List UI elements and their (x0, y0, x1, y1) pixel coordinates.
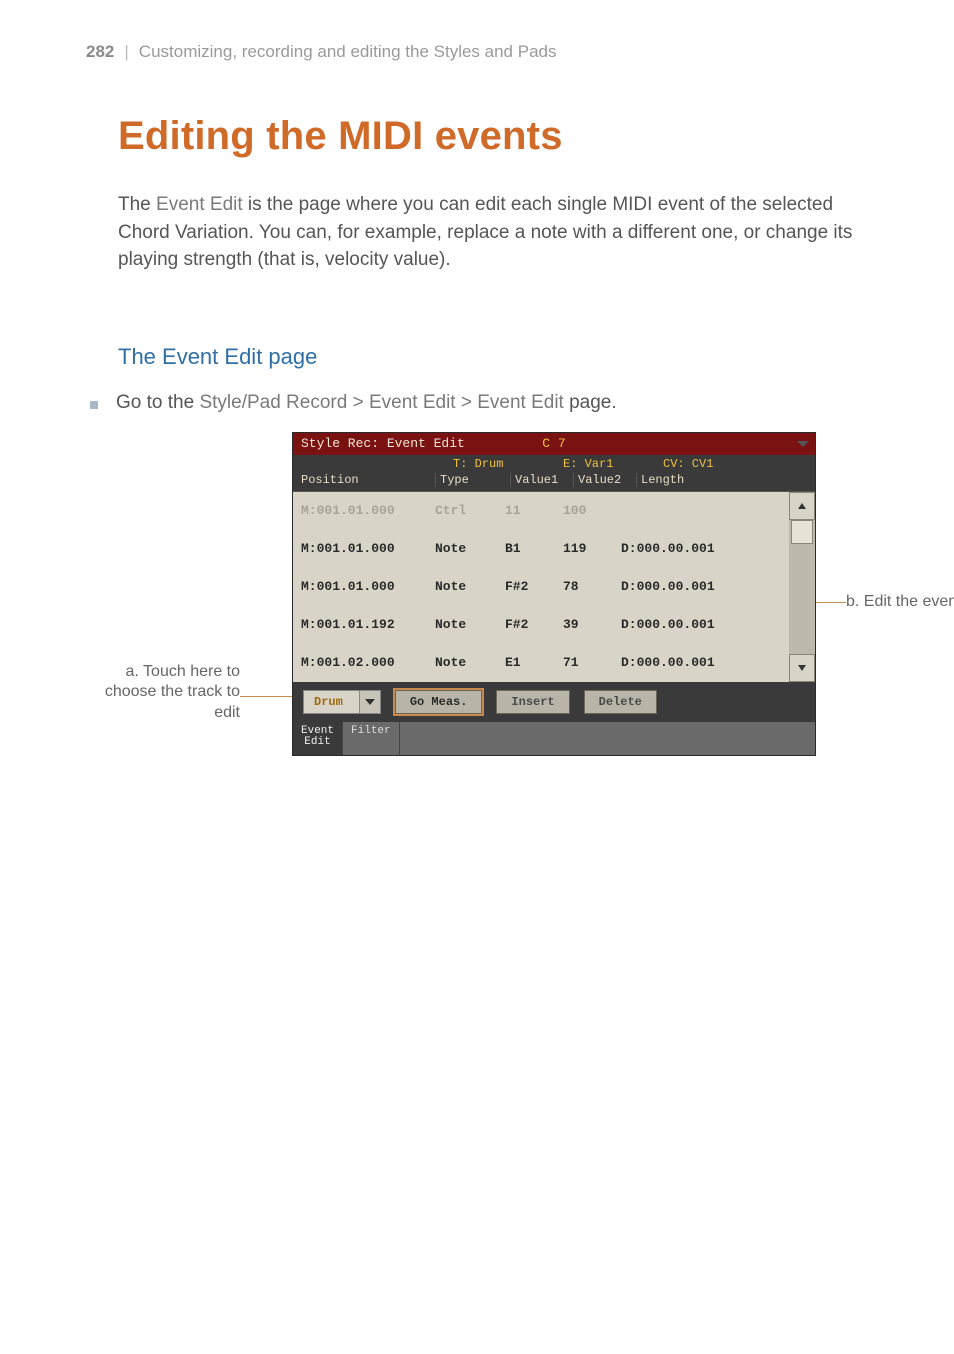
cell-position[interactable]: M:001.02.000 (301, 655, 435, 670)
bullet-icon (90, 401, 98, 409)
table-row[interactable]: M:001.01.000 Note B1 119 D:000.00.001 (293, 530, 815, 568)
cell-length[interactable]: D:000.00.001 (621, 579, 815, 594)
cell-value1[interactable]: E1 (505, 655, 563, 670)
cell-value2[interactable]: 119 (563, 541, 621, 556)
track-dropdown-label: Drum (304, 695, 359, 709)
cell-length[interactable]: D:000.00.001 (621, 617, 815, 632)
cell-type[interactable]: Note (435, 541, 505, 556)
cell-value2[interactable]: 39 (563, 617, 621, 632)
tab-filter[interactable]: Filter (343, 722, 400, 755)
step-pre: Go to the (116, 392, 199, 413)
window-title: Style Rec: Event Edit (301, 436, 465, 451)
info-row: T: Drum E: Var1 CV: CV1 (293, 455, 815, 471)
intro-keyword: Event Edit (156, 194, 243, 215)
grid-header: Position Type Value1 Value2 Length (293, 471, 815, 492)
device-screenshot: Style Rec: Event Edit C 7 T: Drum E: Var… (292, 432, 816, 756)
chevron-down-icon (359, 691, 380, 713)
cell-position[interactable]: M:001.01.000 (301, 579, 435, 594)
delete-button[interactable]: Delete (584, 690, 657, 714)
menu-icon[interactable] (797, 441, 809, 447)
scrollbar[interactable] (789, 492, 815, 682)
cell-type[interactable]: Note (435, 579, 505, 594)
cell-length[interactable]: D:000.00.001 (621, 541, 815, 556)
window-titlebar: Style Rec: Event Edit C 7 (293, 433, 815, 455)
button-bar: Drum Go Meas. Insert Delete (293, 682, 815, 722)
cell-value1[interactable]: B1 (505, 541, 563, 556)
insert-button[interactable]: Insert (496, 690, 569, 714)
step-keyword: Style/Pad Record > Event Edit > Event Ed… (199, 392, 563, 413)
col-length: Length (636, 473, 815, 487)
cell-type[interactable]: Note (435, 655, 505, 670)
col-value1: Value1 (510, 473, 573, 487)
running-head: 282 | Customizing, recording and editing… (86, 42, 868, 62)
info-track: T: Drum (453, 457, 563, 471)
step-row: Go to the Style/Pad Record > Event Edit … (90, 392, 868, 414)
tab-label-line1: Event (301, 725, 334, 737)
cell-type[interactable]: Note (435, 617, 505, 632)
cell-length[interactable]: D:000.00.001 (621, 655, 815, 670)
track-dropdown[interactable]: Drum (303, 690, 381, 714)
intro-pre: The (118, 194, 156, 215)
event-grid[interactable]: M:001.01.000 Ctrl 11 100 M:001.01.000 No… (293, 492, 815, 682)
chevron-down-icon (797, 663, 807, 673)
step-post: page. (564, 392, 617, 413)
table-row[interactable]: M:001.01.192 Note F#2 39 D:000.00.001 (293, 606, 815, 644)
page-title: Editing the MIDI events (118, 114, 868, 159)
info-cv: CV: CV1 (663, 457, 815, 471)
scroll-down-button[interactable] (789, 654, 815, 682)
go-meas-button[interactable]: Go Meas. (395, 690, 483, 714)
cell-value1[interactable]: 11 (505, 503, 563, 518)
callout-b: b. Edit the events (846, 592, 954, 613)
callout-b-connector (814, 602, 846, 603)
cell-position[interactable]: M:001.01.000 (301, 541, 435, 556)
cell-value1[interactable]: F#2 (505, 579, 563, 594)
cell-value2[interactable]: 71 (563, 655, 621, 670)
table-row[interactable]: M:001.01.000 Note F#2 78 D:000.00.001 (293, 568, 815, 606)
cell-value2[interactable]: 78 (563, 579, 621, 594)
col-type: Type (435, 473, 510, 487)
tab-event-edit[interactable]: Event Edit (293, 722, 343, 755)
cell-value2[interactable]: 100 (563, 503, 621, 518)
section-title: Customizing, recording and editing the S… (139, 42, 557, 62)
chevron-up-icon (797, 501, 807, 511)
callout-a-connector (240, 696, 292, 697)
tab-bar: Event Edit Filter (293, 722, 815, 755)
separator: | (124, 42, 128, 62)
tab-label-line2: Edit (301, 737, 334, 749)
step-text: Go to the Style/Pad Record > Event Edit … (116, 392, 617, 414)
sub-heading: The Event Edit page (118, 344, 868, 370)
callout-a: a. Touch here to choose the track to edi… (86, 662, 240, 724)
tab-label: Filter (351, 725, 391, 737)
cell-position[interactable]: M:001.01.000 (301, 503, 435, 518)
scroll-up-button[interactable] (789, 492, 815, 520)
cell-type[interactable]: Ctrl (435, 503, 505, 518)
table-row[interactable]: M:001.02.000 Note E1 71 D:000.00.001 (293, 644, 815, 682)
col-value2: Value2 (573, 473, 636, 487)
table-row[interactable]: M:001.01.000 Ctrl 11 100 (293, 492, 815, 530)
cell-value1[interactable]: F#2 (505, 617, 563, 632)
page-number: 282 (86, 42, 114, 62)
chord-indicator: C 7 (542, 436, 565, 451)
intro-paragraph: The Event Edit is the page where you can… (118, 191, 868, 274)
info-element: E: Var1 (563, 457, 663, 471)
scroll-thumb[interactable] (791, 520, 813, 544)
cell-position[interactable]: M:001.01.192 (301, 617, 435, 632)
col-position: Position (301, 473, 435, 487)
